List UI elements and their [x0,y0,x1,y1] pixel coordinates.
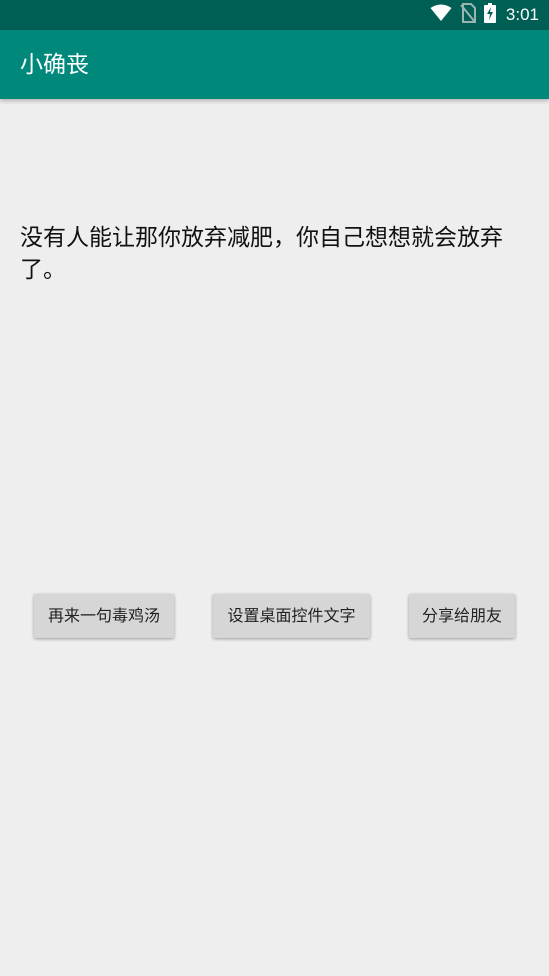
quote-text: 没有人能让那你放弃减肥，你自己想想就会放弃了。 [20,225,503,283]
another-quote-button[interactable]: 再来一句毒鸡汤 [34,594,174,638]
wifi-icon [430,4,452,26]
set-widget-text-button[interactable]: 设置桌面控件文字 [213,594,370,638]
battery-charging-icon [483,3,496,27]
status-icons: 3:01 [430,3,539,27]
status-time: 3:01 [505,5,539,24]
status-bar: 3:01 [0,0,549,30]
app-title: 小确丧 [20,52,89,78]
app-bar: 小确丧 [0,30,549,99]
share-button[interactable]: 分享给朋友 [409,594,515,638]
no-sim-icon [460,3,476,27]
